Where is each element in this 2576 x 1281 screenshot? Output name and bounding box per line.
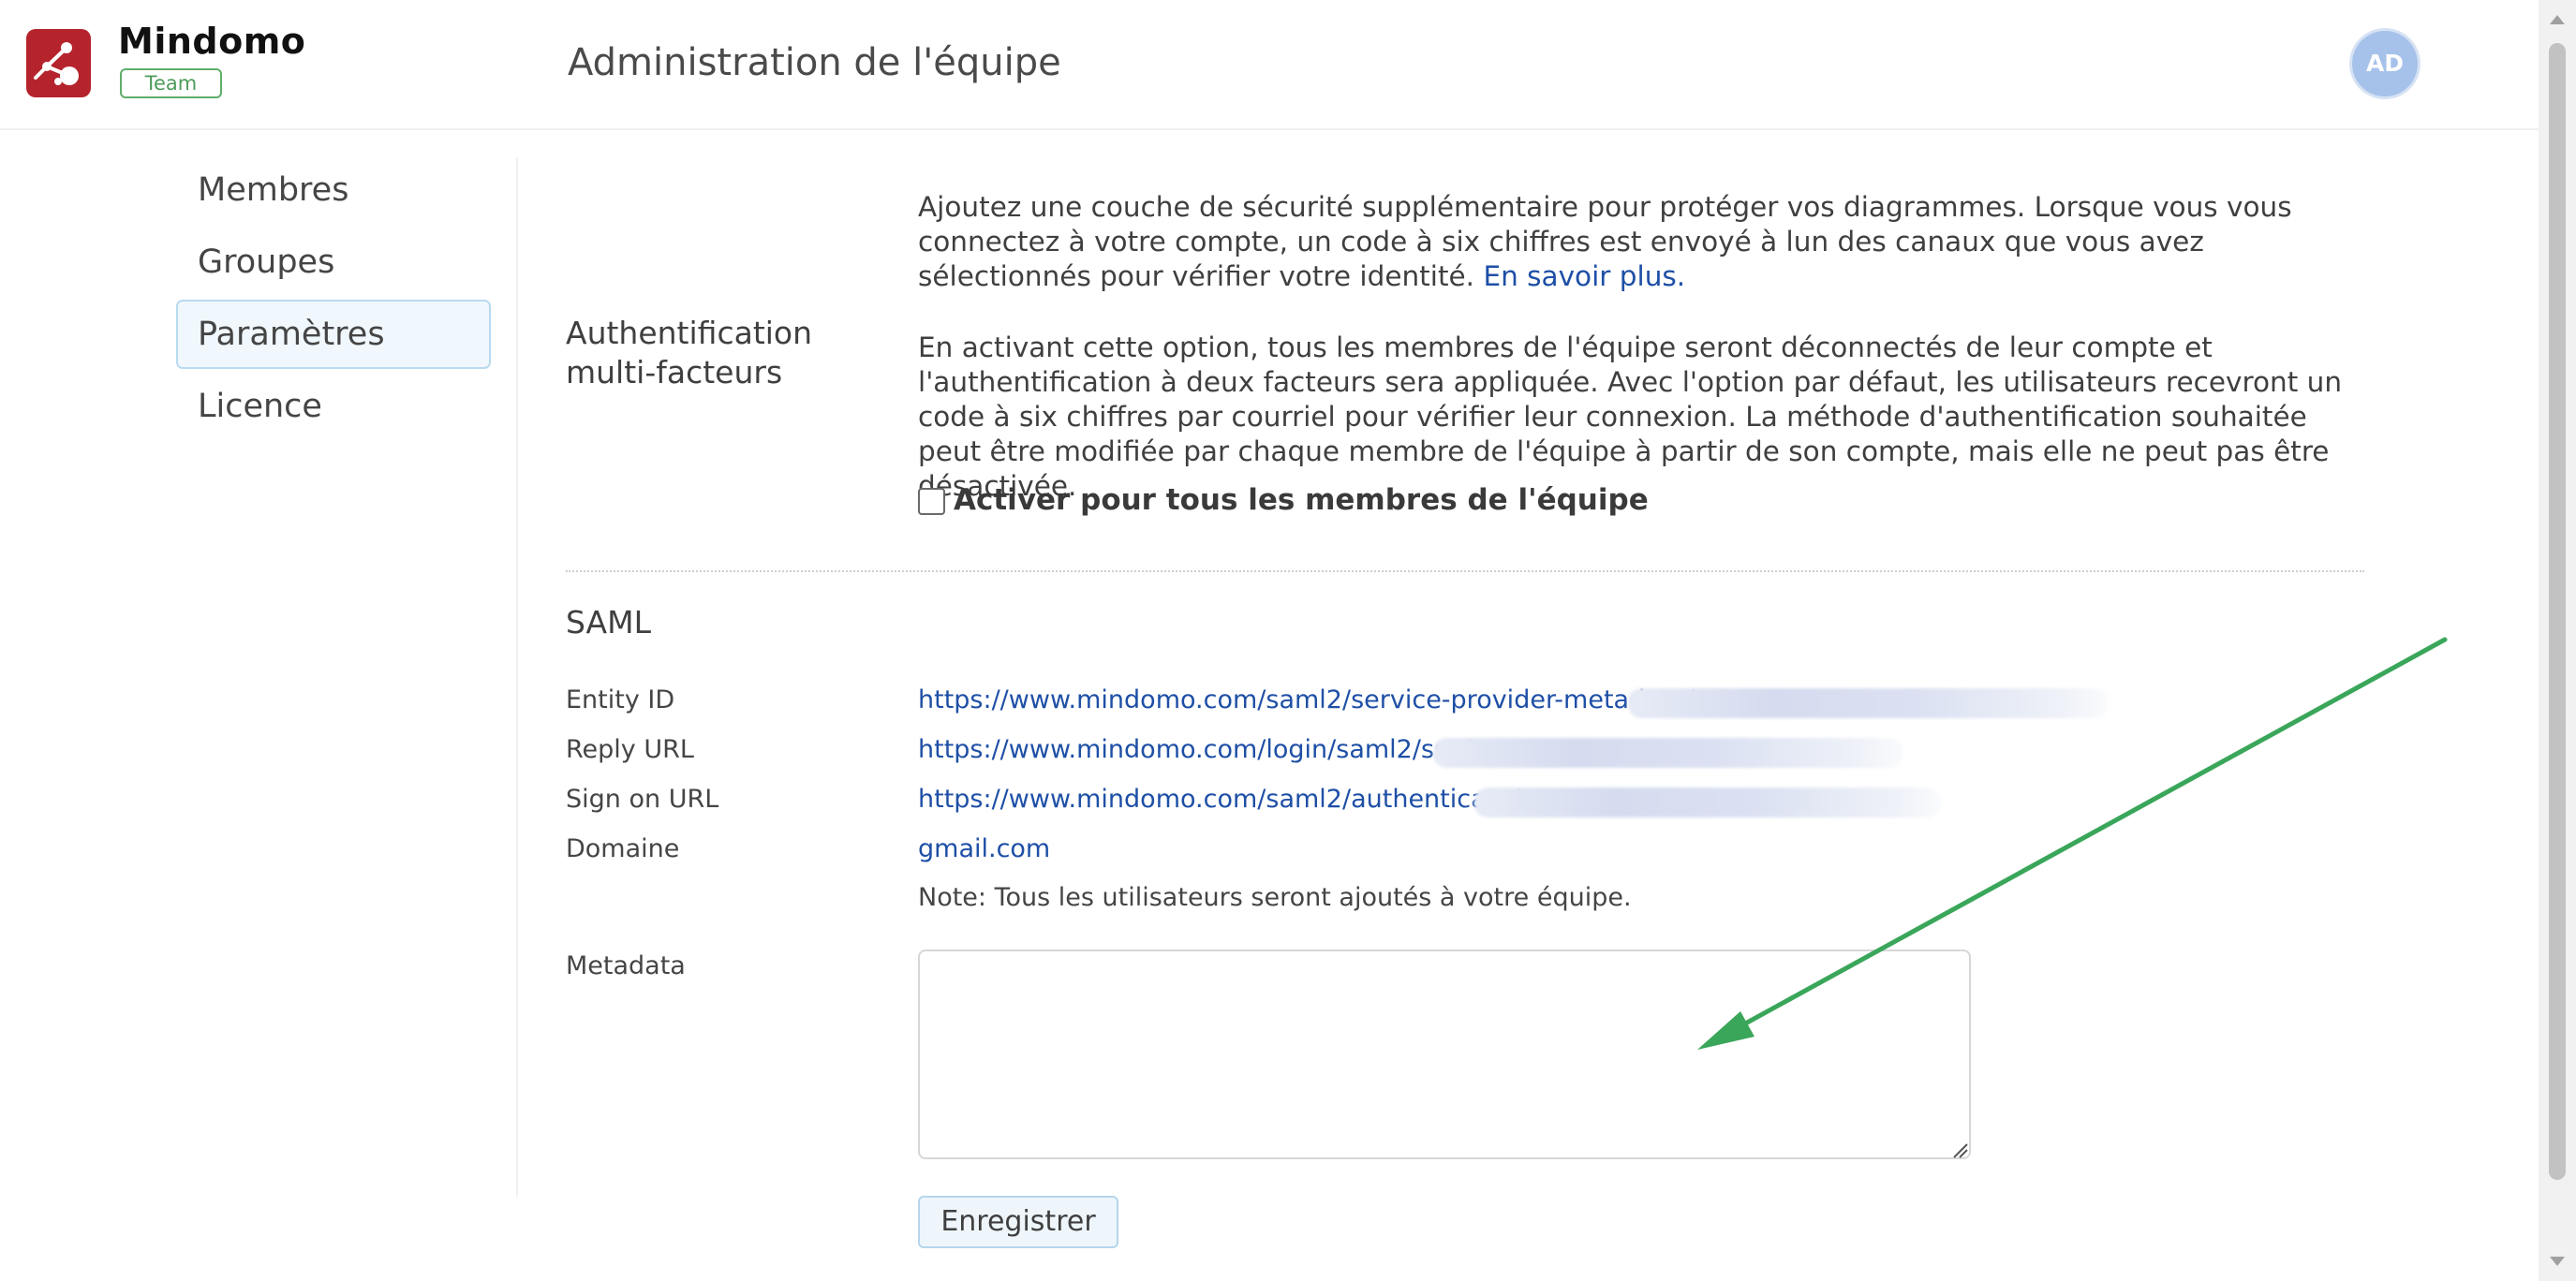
mfa-section-title: Authentification multi-facteurs (566, 314, 812, 392)
entity-id-label: Entity ID (566, 685, 675, 714)
page-scrollbar[interactable] (2539, 0, 2576, 1281)
mfa-title-line2: multi-facteurs (566, 354, 783, 390)
mindomo-logo-icon[interactable] (26, 29, 91, 97)
sign-on-url-label: Sign on URL (566, 785, 719, 814)
reply-url-label: Reply URL (566, 735, 694, 764)
enable-mfa-checkbox[interactable] (918, 488, 945, 515)
brand-name: Mindomo (118, 21, 306, 62)
save-button[interactable]: Enregistrer (918, 1196, 1118, 1248)
entity-id-value[interactable]: https://www.mindomo.com/saml2/service-pr… (918, 685, 1695, 714)
learn-more-link[interactable]: En savoir plus. (1483, 260, 1685, 292)
mfa-title-line1: Authentification (566, 315, 813, 351)
scroll-up-arrow-icon[interactable] (2550, 15, 2565, 24)
scroll-down-arrow-icon[interactable] (2550, 1257, 2565, 1266)
sidebar-item-groupes[interactable]: Groupes (176, 228, 491, 297)
redacted-blur (1474, 788, 1941, 817)
mfa-intro-paragraph: Ajoutez une couche de sécurité supplémen… (918, 190, 2368, 294)
redacted-blur (1628, 688, 2108, 718)
mfa-detail-paragraph: En activant cette option, tous les membr… (918, 331, 2343, 502)
sidebar-divider (516, 157, 518, 1197)
scroll-thumb[interactable] (2549, 43, 2566, 1180)
sidebar-item-membres[interactable]: Membres (176, 155, 491, 225)
domain-label: Domaine (566, 834, 680, 863)
app-header: Mindomo Team Administration de l'équipe … (0, 0, 2539, 130)
saml-note: Note: Tous les utilisateurs seront ajout… (918, 883, 1632, 912)
enable-mfa-label[interactable]: Activer pour tous les membres de l'équip… (954, 483, 1649, 517)
user-avatar[interactable]: AD (2352, 31, 2418, 96)
section-divider (566, 570, 2364, 572)
resize-grip-icon[interactable] (1950, 1141, 1969, 1159)
metadata-textarea[interactable] (918, 950, 1971, 1159)
domain-value[interactable]: gmail.com (918, 834, 1050, 863)
page-title: Administration de l'équipe (568, 41, 1061, 84)
metadata-label: Metadata (566, 951, 686, 980)
sidebar-item-licence[interactable]: Licence (176, 372, 491, 441)
sign-on-url-value[interactable]: https://www.mindomo.com/saml2/authentica… (918, 785, 1520, 814)
reply-url-value[interactable]: https://www.mindomo.com/login/saml2/sso/ (918, 735, 1472, 764)
sidebar-item-parametres[interactable]: Paramètres (176, 300, 491, 369)
plan-badge: Team (120, 68, 222, 98)
redacted-blur (1433, 738, 1903, 768)
saml-section-title: SAML (566, 604, 651, 640)
